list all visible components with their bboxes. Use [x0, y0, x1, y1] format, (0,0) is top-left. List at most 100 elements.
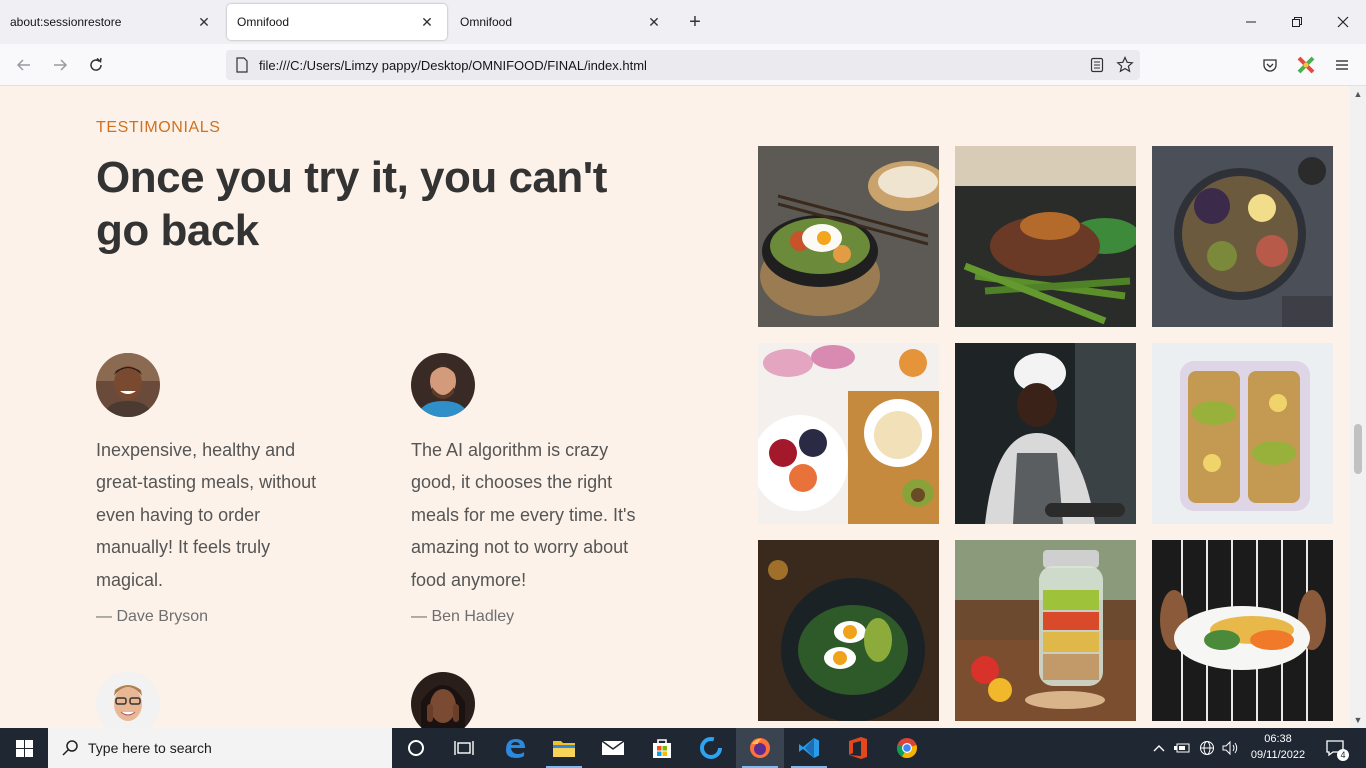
taskbar-file-explorer[interactable] [540, 728, 588, 768]
arrow-left-icon [16, 59, 30, 71]
restore-button[interactable] [1282, 8, 1312, 36]
task-view-button[interactable] [440, 728, 488, 768]
address-bar[interactable]: file:///C:/Users/Limzy pappy/Desktop/OMN… [226, 50, 1140, 80]
battery-indicator[interactable] [1172, 728, 1192, 768]
reload-button[interactable] [83, 52, 109, 78]
taskbar-vscode[interactable] [785, 728, 833, 768]
gallery-image-fruit-bowls [758, 343, 939, 524]
forward-button[interactable] [47, 52, 73, 78]
testimonial-author: — Dave Bryson [96, 607, 209, 625]
testimonial-author: — Ben Hadley [411, 607, 515, 625]
battery-icon [1174, 743, 1190, 753]
speaker-icon [1222, 740, 1238, 756]
notification-center-button[interactable]: 4 [1320, 728, 1350, 768]
customer-avatar [411, 672, 475, 728]
minimize-icon [1246, 21, 1256, 23]
firefox-icon [750, 738, 770, 758]
scroll-up-icon[interactable]: ▲ [1353, 89, 1363, 99]
tab-title: about:sessionrestore [10, 15, 122, 29]
testimonial-quote: Inexpensive, healthy and great-tasting m… [96, 440, 317, 590]
tab-session-restore[interactable]: about:sessionrestore ✕ [0, 4, 224, 40]
taskbar-office[interactable] [834, 728, 882, 768]
testimonial-card: The AI algorithm is crazy good, it choos… [411, 353, 651, 626]
taskbar-mail[interactable] [589, 728, 637, 768]
cortana-button[interactable] [392, 728, 440, 768]
edge-icon [506, 739, 525, 758]
taskbar-store[interactable] [638, 728, 686, 768]
extension-icon [1297, 56, 1315, 74]
notification-count-badge: 4 [1337, 749, 1349, 761]
browser-tab-bar: about:sessionrestore ✕ Omnifood ✕ Omnifo… [0, 0, 1366, 44]
section-subheading: TESTIMONIALS [96, 119, 221, 136]
gallery-image-plate [1152, 540, 1333, 721]
url-text: file:///C:/Users/Limzy pappy/Desktop/OMN… [259, 58, 647, 73]
extension-button[interactable] [1293, 52, 1319, 78]
tab-omnifood[interactable]: Omnifood ✕ [450, 4, 674, 40]
windows-logo-icon [15, 739, 33, 757]
gallery-image-bibimbap [758, 146, 939, 327]
minimize-button[interactable] [1236, 8, 1266, 36]
folder-icon [553, 741, 575, 757]
vscode-icon [799, 738, 819, 758]
tab-title: Omnifood [460, 15, 513, 29]
globe-icon [1200, 741, 1214, 755]
mail-icon [601, 740, 625, 755]
gallery-image-platter [1152, 146, 1333, 327]
windows-taskbar: Type here to search 06:38 09/11/2022 4 [0, 728, 1366, 768]
gallery-image-chef [955, 343, 1136, 524]
testimonial-card [96, 672, 336, 728]
tab-omnifood-active[interactable]: Omnifood ✕ [227, 4, 447, 40]
taskbar-firefox[interactable] [736, 728, 784, 768]
back-button[interactable] [11, 52, 37, 78]
section-heading: Once you try it, you can't go back [96, 153, 607, 255]
chrome-icon [896, 738, 917, 759]
taskbar-edge[interactable] [491, 728, 539, 768]
restore-icon [1292, 17, 1302, 27]
volume-indicator[interactable] [1221, 728, 1241, 768]
tray-overflow-button[interactable] [1150, 728, 1168, 768]
scrollbar-thumb[interactable] [1354, 424, 1362, 474]
reader-view-icon[interactable] [1090, 57, 1104, 73]
clock-time: 06:38 [1264, 733, 1292, 745]
reload-icon [90, 57, 102, 71]
gallery-image-steak [955, 146, 1136, 327]
network-indicator[interactable] [1197, 728, 1217, 768]
task-view-icon [454, 741, 474, 755]
testimonial-card [411, 672, 651, 728]
search-placeholder: Type here to search [88, 740, 212, 756]
new-tab-button[interactable]: + [683, 10, 707, 34]
star-icon[interactable] [1116, 56, 1134, 74]
close-window-button[interactable] [1328, 8, 1358, 36]
close-tab-icon[interactable]: ✕ [644, 12, 664, 32]
close-tab-icon[interactable]: ✕ [417, 12, 437, 32]
page-viewport: TESTIMONIALS Once you try it, you can't … [0, 86, 1350, 728]
gallery-image-salad-jar [955, 540, 1136, 721]
arrow-right-icon [54, 59, 68, 71]
taskbar-clock[interactable]: 06:38 09/11/2022 [1248, 731, 1308, 763]
gallery-image-meal-prep [1152, 343, 1333, 524]
customer-avatar [411, 353, 475, 417]
tab-title: Omnifood [237, 15, 290, 29]
taskbar-chrome[interactable] [883, 728, 931, 768]
search-icon [62, 740, 78, 756]
close-tab-icon[interactable]: ✕ [194, 12, 214, 32]
scroll-down-icon[interactable]: ▼ [1353, 715, 1363, 725]
taskbar-app-blue[interactable] [687, 728, 735, 768]
office-icon [849, 737, 867, 759]
pocket-button[interactable] [1257, 52, 1283, 78]
customer-avatar [96, 353, 160, 417]
page-scrollbar[interactable]: ▲ ▼ [1350, 86, 1366, 728]
hamburger-menu-icon [1336, 60, 1348, 70]
pocket-icon [1263, 59, 1277, 72]
taskbar-search[interactable]: Type here to search [48, 728, 392, 768]
close-icon [1337, 16, 1349, 28]
page-icon [236, 57, 248, 73]
clock-date: 09/11/2022 [1250, 749, 1306, 761]
menu-button[interactable] [1329, 52, 1355, 78]
testimonial-card: Inexpensive, healthy and great-tasting m… [96, 353, 336, 626]
chevron-up-icon [1153, 745, 1165, 752]
testimonial-quote: The AI algorithm is crazy good, it choos… [411, 440, 636, 590]
start-button[interactable] [0, 728, 48, 768]
customer-avatar [96, 672, 160, 728]
store-icon [653, 739, 671, 758]
